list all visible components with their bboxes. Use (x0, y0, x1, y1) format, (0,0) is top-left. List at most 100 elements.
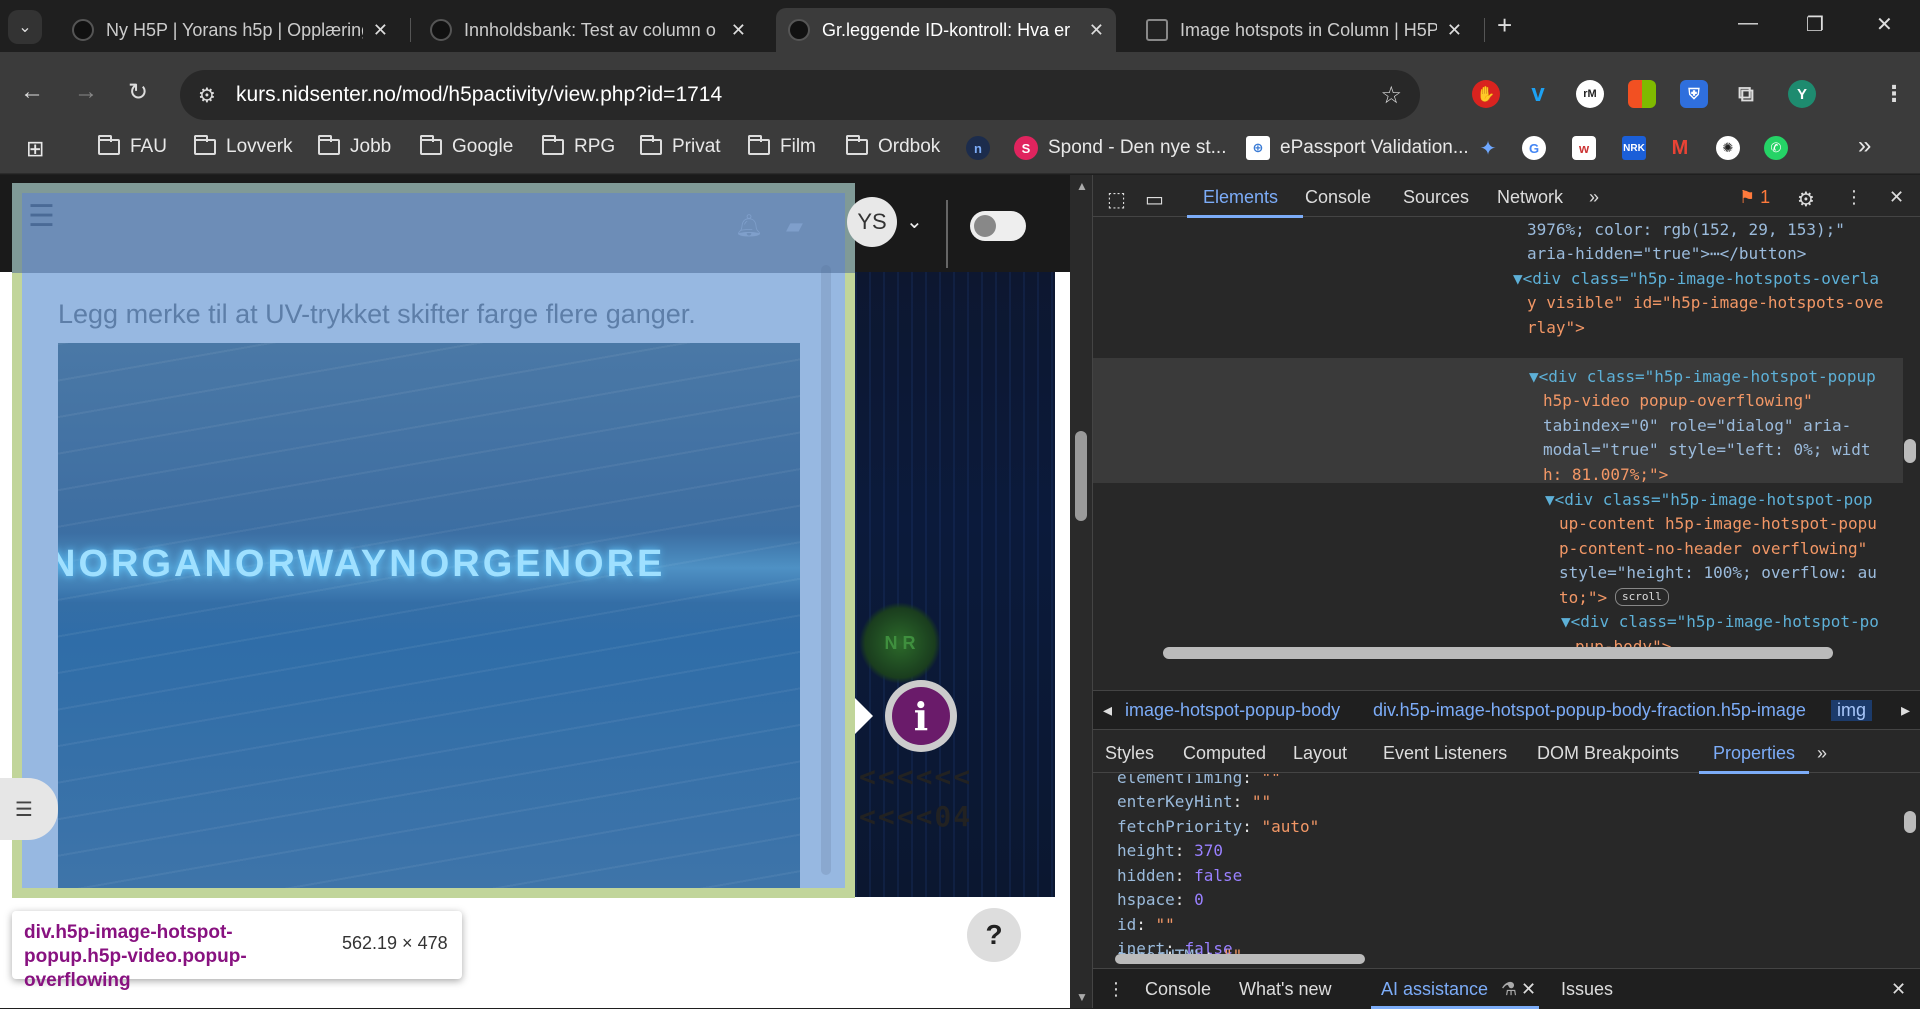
breadcrumb-left-icon[interactable]: ◂ (1103, 700, 1112, 721)
site-info-icon[interactable]: ⚙ (198, 83, 216, 108)
help-button[interactable]: ? (967, 908, 1021, 962)
breadcrumb-item[interactable]: div.h5p-image-hotspot-popup-body-fractio… (1373, 700, 1806, 721)
property-row[interactable]: height: 370 (1117, 839, 1223, 864)
tab-1[interactable]: Ny H5P | Yorans h5p | Opplæring ✕ (60, 8, 400, 52)
drawer-tab-ai-assistance[interactable]: AI assistance (1381, 979, 1488, 1000)
scroll-up-icon[interactable]: ▲ (1076, 179, 1088, 193)
tab-dom-breakpoints[interactable]: DOM Breakpoints (1537, 743, 1679, 764)
bookmark-rpg[interactable]: RPG (542, 135, 615, 158)
close-icon[interactable]: ✕ (731, 20, 746, 41)
bookmark-film[interactable]: Film (748, 135, 816, 158)
bookmark-privat[interactable]: Privat (640, 135, 721, 158)
tab-3-active[interactable]: Gr.leggende ID-kontroll: Hva er ✕ (776, 8, 1116, 52)
tab-2[interactable]: Innholdsbank: Test av column o ✕ (418, 8, 758, 52)
property-row[interactable]: elementTiming: "" (1117, 774, 1281, 791)
dom-tree[interactable]: 3976%; color: rgb(152, 29, 153);" aria-h… (1093, 218, 1903, 678)
chat-icon[interactable]: ▰ (786, 213, 803, 239)
vimeo-extension-icon[interactable]: v (1524, 80, 1552, 108)
issues-counter[interactable]: ⚑ 1 (1739, 187, 1770, 208)
bookmark-openai[interactable]: ✺ (1716, 136, 1750, 160)
dom-line[interactable]: p-content-no-header overflowing" (1559, 537, 1867, 562)
dom-line[interactable]: tabindex="0" role="dialog" aria- (1543, 414, 1851, 439)
tab-styles[interactable]: Styles (1105, 743, 1154, 764)
hotspot-info-button[interactable]: i (885, 680, 957, 752)
breadcrumb-item-selected[interactable]: img (1831, 700, 1873, 721)
window-close-icon[interactable]: ✕ (1876, 12, 1893, 37)
tab-console[interactable]: Console (1305, 187, 1371, 208)
dom-line[interactable]: up-content h5p-image-hotspot-popu (1559, 512, 1877, 537)
dom-line[interactable]: ▼<div class="h5p-image-hotspot-pop (1545, 488, 1873, 513)
more-panels-icon[interactable]: » (1817, 743, 1827, 764)
tab-layout[interactable]: Layout (1293, 743, 1347, 764)
scroll-badge[interactable]: scroll (1615, 588, 1669, 606)
close-icon[interactable]: ✕ (1089, 20, 1104, 41)
property-row[interactable]: hidden: false (1117, 864, 1242, 889)
shield-extension-icon[interactable]: ⛨ (1680, 80, 1708, 108)
theme-toggle[interactable] (970, 211, 1026, 241)
bell-icon[interactable]: 🔔︎ (735, 213, 763, 239)
dom-tree-scroll-thumb[interactable] (1904, 439, 1916, 463)
tab-4[interactable]: Image hotspots in Column | H5P ✕ (1134, 8, 1474, 52)
tab-computed[interactable]: Computed (1183, 743, 1266, 764)
office-extension-icon[interactable] (1628, 80, 1656, 108)
drawer-tab-issues[interactable]: Issues (1561, 979, 1613, 1000)
ublock-extension-icon[interactable]: ✋ (1472, 80, 1500, 108)
bookmark-nrk[interactable]: NRK (1622, 136, 1656, 160)
more-tabs-icon[interactable]: » (1589, 187, 1599, 208)
drawer-close-icon[interactable]: ✕ (1891, 979, 1906, 1000)
back-icon[interactable]: ← (20, 78, 44, 106)
apps-grid-icon[interactable]: ⊞ (26, 136, 44, 162)
restore-icon[interactable]: ❐ (1806, 12, 1824, 37)
scroll-down-icon[interactable]: ▼ (1076, 990, 1088, 1004)
dom-line[interactable]: h5p-video popup-overflowing" (1543, 389, 1813, 414)
forward-icon[interactable]: → (74, 78, 98, 106)
dom-line[interactable]: h: 81.007%;"> (1543, 463, 1668, 488)
property-row[interactable]: id: "" (1117, 913, 1175, 938)
dom-line[interactable]: style="height: 100%; overflow: au (1559, 561, 1877, 586)
settings-gear-icon[interactable]: ⚙ (1797, 187, 1815, 212)
property-row[interactable]: fetchPriority: "auto" (1117, 815, 1319, 840)
tab-network[interactable]: Network (1497, 187, 1563, 208)
drawer-tab-whats-new[interactable]: What's new (1239, 979, 1331, 1000)
popup-scrollbar[interactable] (821, 265, 831, 875)
chevron-down-icon[interactable]: ⌄ (906, 209, 923, 234)
breadcrumb-item[interactable]: image-hotspot-popup-body (1125, 700, 1340, 721)
course-index-toggle[interactable]: ☰ (0, 778, 58, 840)
dom-line[interactable]: ▼<div class="h5p-image-hotspots-overla (1513, 267, 1879, 292)
page-scroll-thumb[interactable] (1075, 431, 1087, 521)
tab-event-listeners[interactable]: Event Listeners (1383, 743, 1507, 764)
bookmark-google[interactable]: Google (420, 135, 513, 158)
dom-line[interactable]: y visible" id="h5p-image-hotspots-ove (1527, 291, 1883, 316)
bookmarks-more-button[interactable]: » (1858, 132, 1871, 160)
property-row[interactable]: hspace: 0 (1117, 888, 1204, 913)
bookmark-epassport[interactable]: ⊕ ePassport Validation... (1246, 136, 1469, 160)
new-tab-button[interactable]: + (1497, 10, 1512, 41)
bookmark-jobb[interactable]: Jobb (318, 135, 391, 158)
devtools-menu-icon[interactable]: ⋮ (1845, 187, 1863, 208)
hamburger-menu-icon[interactable]: ☰ (28, 199, 55, 234)
tab-elements[interactable]: Elements (1203, 187, 1278, 208)
extensions-puzzle-icon[interactable]: ⧉ (1732, 80, 1760, 108)
browser-menu-icon[interactable]: ⋮ (1880, 80, 1908, 108)
properties-list[interactable]: elementTiming: "" enterKeyHint: "" fetch… (1093, 774, 1920, 954)
bookmark-whatsapp[interactable]: ✆ (1764, 136, 1798, 160)
bookmark-gemini[interactable]: ✦ (1476, 136, 1510, 160)
bookmark-star-icon[interactable]: ☆ (1380, 81, 1402, 110)
tab-search-button[interactable]: ⌄ (8, 10, 42, 44)
user-avatar[interactable]: YS (847, 197, 897, 247)
bookmark-lovverk[interactable]: Lovverk (194, 135, 293, 158)
dom-line[interactable]: to;"> (1559, 586, 1607, 611)
close-icon[interactable]: ✕ (1521, 979, 1536, 1000)
dom-tree-hscroll-thumb[interactable] (1163, 647, 1833, 659)
properties-scroll-thumb[interactable] (1904, 811, 1916, 833)
breadcrumb-right-icon[interactable]: ▸ (1901, 700, 1910, 721)
rm-extension-icon[interactable]: rM (1576, 80, 1604, 108)
tab-sources[interactable]: Sources (1403, 187, 1469, 208)
dom-line[interactable]: 3976%; color: rgb(152, 29, 153);" (1527, 218, 1845, 243)
close-icon[interactable]: ✕ (373, 20, 388, 41)
bookmark-gmail[interactable]: M (1668, 136, 1702, 160)
drawer-tab-console[interactable]: Console (1145, 979, 1211, 1000)
bookmark-n[interactable]: n (966, 136, 1000, 160)
property-row[interactable]: enterKeyHint: "" (1117, 790, 1271, 815)
address-bar[interactable]: ⚙ kurs.nidsenter.no/mod/h5pactivity/view… (180, 70, 1420, 120)
